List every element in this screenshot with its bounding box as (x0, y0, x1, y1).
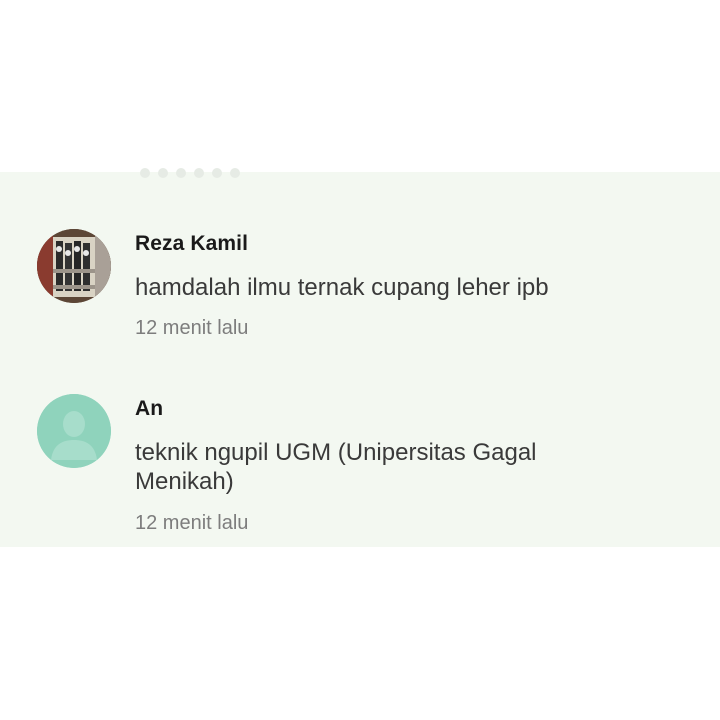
user-silhouette-icon (37, 394, 111, 468)
photo-avatar-image (37, 229, 111, 303)
screenshot: Reza Kamil hamdalah ilmu ternak cupang l… (0, 0, 720, 720)
user-photo-avatar[interactable] (37, 229, 111, 303)
comment-author[interactable]: Reza Kamil (135, 232, 248, 256)
comment-text: teknik ngupil UGM (Unipersitas Gagal Men… (135, 439, 537, 495)
comment-timestamp: 12 menit lalu (135, 512, 249, 534)
comment-timestamp: 12 menit lalu (135, 317, 249, 339)
comment-author[interactable]: An (135, 397, 163, 421)
default-user-avatar-icon[interactable] (37, 394, 111, 468)
comment-text: hamdalah ilmu ternak cupang leher ipb (135, 274, 549, 301)
cut-off-text-fragment (140, 164, 280, 178)
